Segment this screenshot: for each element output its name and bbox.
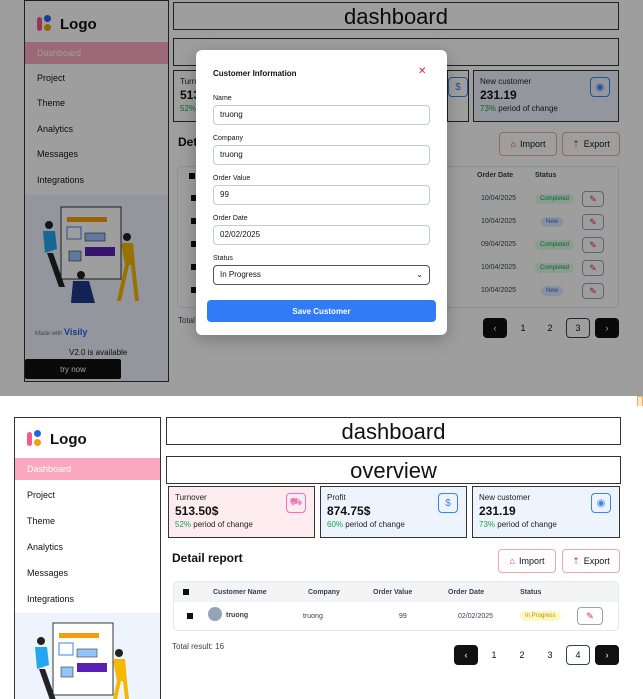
row-order-date: 02/02/2025: [458, 613, 494, 620]
import-icon: ⌂: [509, 556, 515, 566]
company-header: Company: [308, 589, 340, 596]
team-illustration: [35, 622, 129, 699]
page-2-button[interactable]: 2: [510, 645, 534, 665]
cart-icon[interactable]: ⛟: [286, 493, 306, 513]
order-value-label: Order Value: [213, 175, 251, 182]
dashboard-header: dashboard: [166, 417, 621, 445]
status-select[interactable]: In Progress ⌄: [213, 265, 430, 285]
avatar: [208, 607, 222, 621]
name-field[interactable]: truong: [213, 105, 430, 125]
save-customer-button[interactable]: Save Customer: [207, 300, 436, 322]
order-date-header: Order Date: [448, 589, 485, 596]
row-checkbox[interactable]: [187, 613, 193, 619]
order-value-header: Order Value: [373, 589, 413, 596]
dollar-icon[interactable]: $: [438, 493, 458, 513]
logo-icon: [27, 430, 45, 448]
table-row[interactable]: truong truong 99 02/02/2025 In Progress …: [174, 604, 618, 628]
promo-panel: [15, 613, 160, 699]
total-result: Total result: 16: [172, 642, 225, 651]
overview-header: overview: [166, 456, 621, 484]
chevron-down-icon: ⌄: [416, 270, 423, 279]
row-status: In Progress: [520, 611, 561, 621]
report-title: Detail report: [172, 551, 243, 565]
company-label: Company: [213, 135, 243, 142]
profit-card: Profit 874.75$ 60% period of change $: [320, 486, 467, 538]
report-table: Customer Name Company Order Value Order …: [174, 582, 618, 630]
sidebar-item-dashboard[interactable]: Dashboard: [15, 458, 160, 480]
name-label: Name: [213, 95, 232, 102]
order-value-field[interactable]: 99: [213, 185, 430, 205]
page-1-button[interactable]: 1: [482, 645, 506, 665]
company-field[interactable]: truong: [213, 145, 430, 165]
row-order-value: 99: [399, 613, 407, 620]
logo[interactable]: Logo: [27, 430, 87, 448]
order-date-field[interactable]: 02/02/2025: [213, 225, 430, 245]
close-icon[interactable]: ✕: [418, 66, 426, 77]
sidebar-item-analytics[interactable]: Analytics: [15, 536, 160, 558]
next-page-button[interactable]: ›: [595, 645, 619, 665]
customer-name-header: Customer Name: [213, 589, 267, 596]
screen-default-state: Logo Dashboard Project Theme Analytics M…: [0, 406, 643, 699]
modal-title: Customer Information: [213, 69, 297, 78]
turnover-card: Turnover 513.50$ 52% period of change ⛟: [168, 486, 315, 538]
row-customer-name: truong: [226, 612, 249, 619]
upload-icon: ⇡: [572, 555, 580, 566]
user-circle-icon[interactable]: ◉: [591, 493, 611, 513]
sidebar-item-theme[interactable]: Theme: [15, 510, 160, 532]
sidebar-item-integrations[interactable]: Integrations: [15, 588, 160, 610]
sidebar-item-messages[interactable]: Messages: [15, 562, 160, 584]
page-4-button[interactable]: 4: [566, 645, 590, 665]
prev-page-button[interactable]: ‹: [454, 645, 478, 665]
page-3-button[interactable]: 3: [538, 645, 562, 665]
separator: [0, 396, 643, 406]
import-button[interactable]: ⌂ Import: [498, 549, 556, 573]
new-customer-card: New customer 231.19 73% period of change…: [472, 486, 620, 538]
sidebar: Logo Dashboard Project Theme Analytics M…: [14, 417, 161, 699]
row-company: truong: [303, 613, 323, 620]
row-edit-button[interactable]: ✎: [577, 607, 603, 625]
pencil-icon: ✎: [586, 610, 594, 621]
order-date-label: Order Date: [213, 215, 248, 222]
screen-modal-state: Logo Dashboard Project Theme Analytics M…: [0, 0, 643, 396]
customer-info-modal: Customer Information ✕ Name truong Compa…: [196, 50, 447, 335]
sidebar-item-project[interactable]: Project: [15, 484, 160, 506]
status-label: Status: [213, 255, 233, 262]
export-button[interactable]: ⇡ Export: [562, 549, 620, 573]
status-header: Status: [520, 589, 542, 596]
select-all-checkbox[interactable]: [183, 589, 189, 595]
